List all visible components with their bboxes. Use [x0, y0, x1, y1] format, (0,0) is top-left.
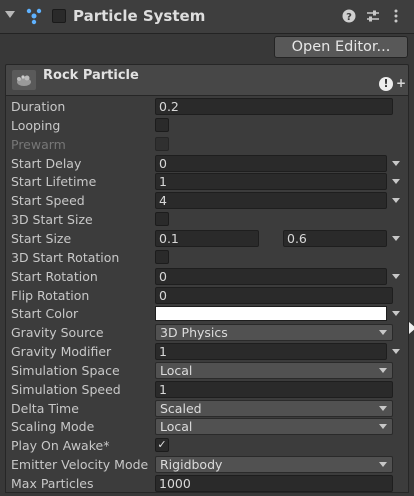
play-on-awake-checkbox[interactable]: ✓ [155, 438, 169, 453]
property-row-start-rotation: Start Rotation 0 [6, 267, 408, 286]
start-color-swatch[interactable] [155, 306, 387, 322]
component-enabled-checkbox[interactable] [52, 9, 66, 23]
fold-arrow-icon[interactable] [5, 11, 15, 18]
property-row-prewarm: Prewarm [6, 135, 408, 154]
particle-system-name: Rock Particle [43, 68, 139, 83]
start-size-max-field[interactable]: 0.6 [283, 229, 387, 247]
start-delay-field[interactable]: 0 [155, 154, 387, 172]
prewarm-label: Prewarm [11, 136, 66, 152]
property-row-simulation-speed: Simulation Speed 1 [6, 380, 408, 399]
gravity-source-value: 3D Physics [160, 325, 228, 341]
scaling-mode-label: Scaling Mode [11, 419, 95, 435]
delta-time-label: Delta Time [11, 400, 79, 416]
max-particles-label: Max Particles [11, 476, 94, 491]
start-rotation-label: Start Rotation [11, 268, 98, 284]
property-row-start-lifetime: Start Lifetime 1 [6, 172, 408, 191]
gravity-source-dropdown[interactable]: 3D Physics [155, 324, 393, 342]
start-color-label: Start Color [11, 306, 79, 322]
property-row-3d-start-rotation: 3D Start Rotation [6, 248, 408, 267]
component-header: Particle System ? [0, 0, 414, 34]
emitter-velocity-mode-dropdown[interactable]: Rigidbody [155, 456, 393, 474]
property-row-start-size: Start Size 0.1 0.6 [6, 229, 408, 248]
3d-start-rotation-checkbox[interactable] [155, 249, 169, 264]
property-row-scaling-mode: Scaling Mode Local [6, 417, 408, 436]
3d-start-rotation-label: 3D Start Rotation [11, 249, 120, 265]
simulation-speed-label: Simulation Speed [11, 381, 121, 397]
start-speed-label: Start Speed [11, 193, 85, 209]
looping-checkbox[interactable] [155, 117, 169, 132]
main-module-properties: Duration 0.2 Looping Prewarm Start Delay 0 Sta… [5, 96, 409, 493]
looping-label: Looping [11, 117, 61, 133]
emitter-velocity-mode-label: Emitter Velocity Mode [11, 457, 149, 473]
property-row-start-delay: Start Delay 0 [6, 154, 408, 173]
gravity-modifier-mode-chevron-icon[interactable] [392, 349, 400, 355]
scaling-mode-dropdown[interactable]: Local [155, 418, 393, 436]
gravity-modifier-field[interactable]: 1 [155, 343, 387, 361]
property-row-simulation-space: Simulation Space Local [6, 361, 408, 380]
help-icon[interactable]: ? [341, 8, 357, 24]
property-row-gravity-modifier: Gravity Modifier 1 [6, 342, 408, 361]
chevron-down-icon [379, 405, 387, 411]
property-row-play-on-awake: Play On Awake* ✓ [6, 436, 408, 455]
delta-time-dropdown[interactable]: Scaled [155, 399, 393, 417]
component-title: Particle System [73, 7, 206, 25]
particle-system-icon [26, 8, 42, 25]
add-icon[interactable]: + [396, 76, 406, 90]
gravity-modifier-label: Gravity Modifier [11, 344, 112, 360]
3d-start-size-label: 3D Start Size [11, 212, 93, 228]
property-row-duration: Duration 0.2 [6, 97, 408, 116]
svg-text:?: ? [346, 12, 352, 23]
play-on-awake-label: Play On Awake* [11, 438, 110, 454]
flip-rotation-field[interactable]: 0 [155, 286, 393, 304]
3d-start-size-checkbox[interactable] [155, 212, 169, 227]
start-rotation-field[interactable]: 0 [155, 267, 387, 285]
property-row-3d-start-size: 3D Start Size [6, 210, 408, 229]
property-row-delta-time: Delta Time Scaled [6, 399, 408, 418]
start-speed-field[interactable]: 4 [155, 192, 387, 210]
start-lifetime-mode-chevron-icon[interactable] [392, 179, 400, 185]
delta-time-value: Scaled [160, 400, 202, 416]
start-size-label: Start Size [11, 230, 72, 246]
simulation-space-value: Local [160, 362, 193, 378]
start-rotation-mode-chevron-icon[interactable] [392, 273, 400, 279]
property-row-max-particles: Max Particles 1000 [6, 474, 408, 493]
property-row-start-color: Start Color [6, 304, 408, 323]
warning-icon[interactable]: ! [379, 77, 393, 91]
rock-particle-thumbnail-icon [12, 70, 36, 90]
mouse-cursor-icon [409, 322, 414, 334]
start-size-min-field[interactable]: 0.1 [155, 229, 259, 247]
open-editor-button[interactable]: Open Editor... [274, 36, 408, 58]
property-row-looping: Looping [6, 116, 408, 135]
prewarm-checkbox [155, 136, 169, 151]
chevron-down-icon [379, 330, 387, 336]
simulation-space-label: Simulation Space [11, 362, 120, 378]
simulation-speed-field[interactable]: 1 [155, 380, 393, 398]
duration-field[interactable]: 0.2 [155, 98, 393, 115]
start-delay-label: Start Delay [11, 155, 82, 171]
chevron-down-icon [379, 462, 387, 468]
gravity-source-label: Gravity Source [11, 325, 104, 341]
max-particles-field[interactable]: 1000 [155, 475, 393, 492]
property-row-flip-rotation: Flip Rotation 0 [6, 286, 408, 305]
property-row-emitter-velocity-mode: Emitter Velocity Mode Rigidbody [6, 455, 408, 474]
chevron-down-icon [379, 367, 387, 373]
start-speed-mode-chevron-icon[interactable] [392, 198, 400, 204]
flip-rotation-label: Flip Rotation [11, 287, 90, 303]
emitter-velocity-mode-value: Rigidbody [160, 457, 223, 473]
property-row-start-speed: Start Speed 4 [6, 191, 408, 210]
start-color-mode-chevron-icon[interactable] [392, 311, 400, 317]
simulation-space-dropdown[interactable]: Local [155, 361, 393, 379]
start-size-mode-chevron-icon[interactable] [392, 235, 400, 241]
start-lifetime-label: Start Lifetime [11, 174, 97, 190]
duration-label: Duration [11, 99, 66, 114]
preset-sliders-icon[interactable] [365, 8, 381, 24]
kebab-menu-icon[interactable] [388, 8, 404, 24]
chevron-down-icon [379, 424, 387, 430]
start-delay-mode-chevron-icon[interactable] [392, 160, 400, 166]
property-row-gravity-source: Gravity Source 3D Physics [6, 323, 408, 342]
scaling-mode-value: Local [160, 419, 193, 435]
particle-system-header[interactable]: Rock Particle ! + [5, 64, 409, 96]
start-lifetime-field[interactable]: 1 [155, 173, 387, 191]
